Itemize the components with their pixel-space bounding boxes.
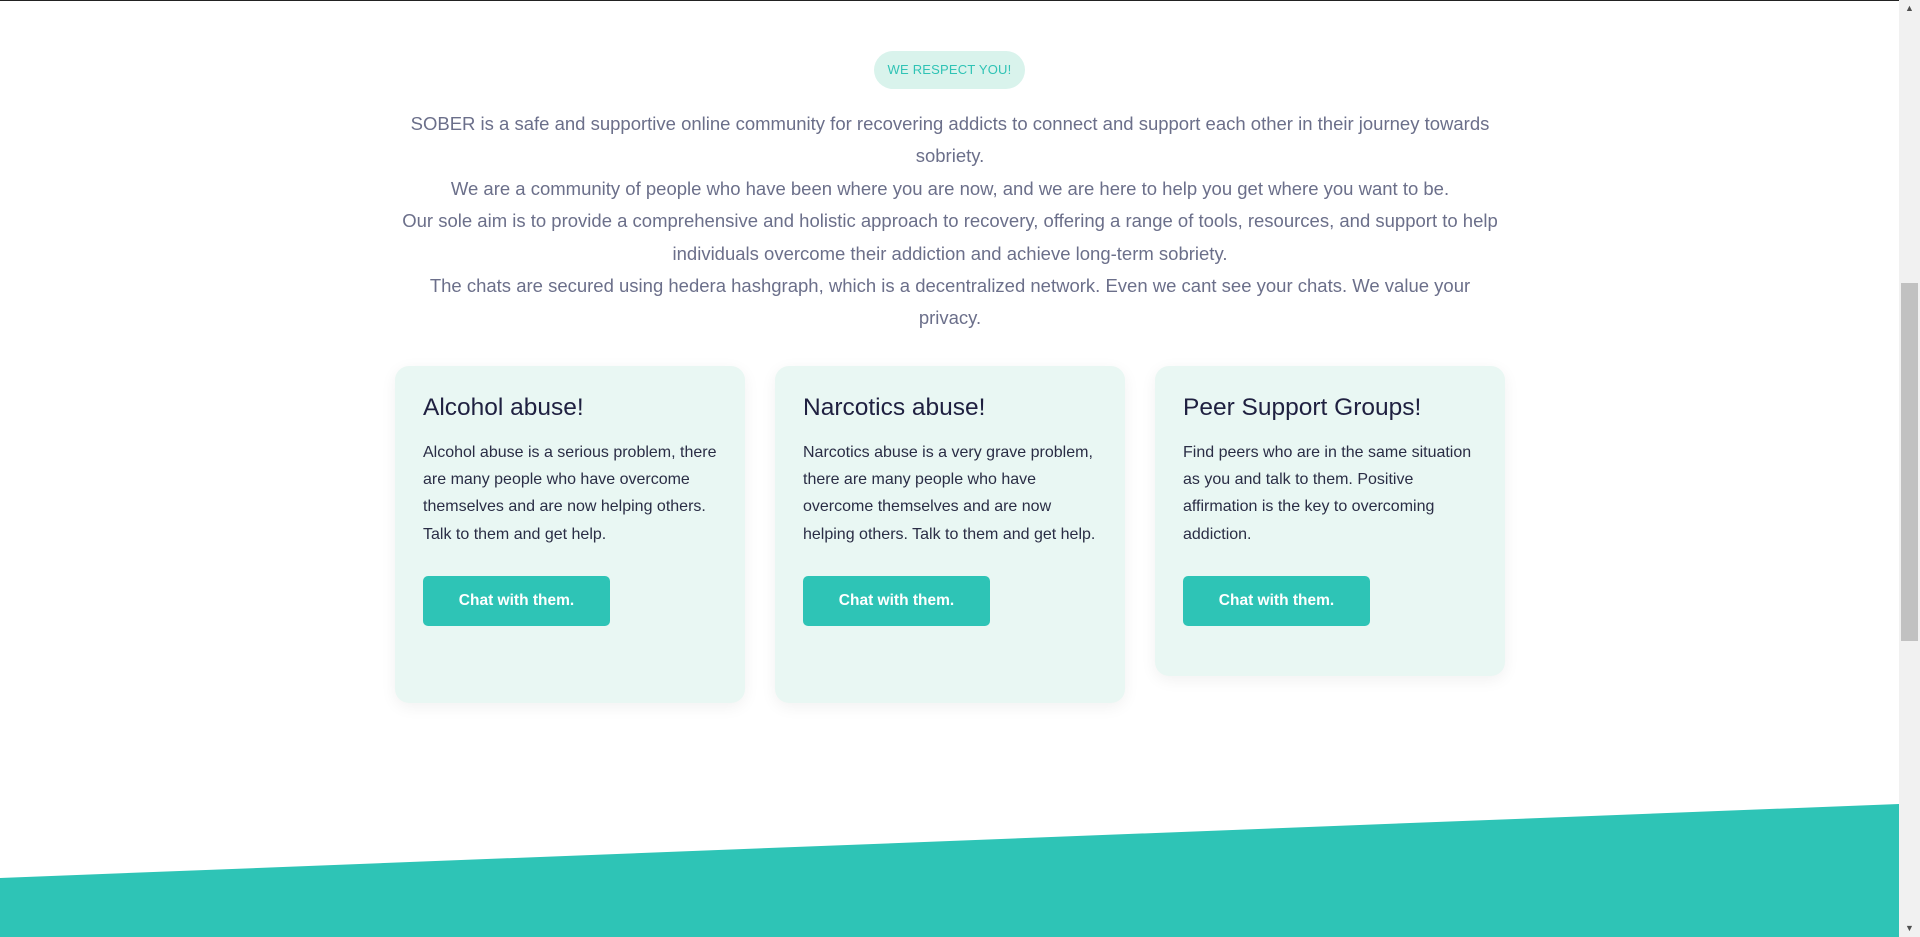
card-description: Find peers who are in the same situation… xyxy=(1183,444,1472,543)
chat-button-narcotics[interactable]: Chat with them. xyxy=(803,575,990,626)
card-description: Narcotics abuse is a very grave problem,… xyxy=(803,444,1096,543)
intro-paragraph: SOBER is a safe and supportive online co… xyxy=(410,113,1490,167)
card-title: Narcotics abuse! xyxy=(803,394,986,421)
intro-text: SOBER is a safe and supportive online co… xyxy=(400,108,1500,335)
card-title: Peer Support Groups! xyxy=(1183,394,1422,421)
card-alcohol-abuse: Alcohol abuse! Alcohol abuse is a seriou… xyxy=(395,366,745,703)
intro-paragraph: We are a community of people who have be… xyxy=(450,177,1450,199)
card-description: Alcohol abuse is a serious problem, ther… xyxy=(423,444,717,543)
page: WE RESPECT YOU! SOBER is a safe and supp… xyxy=(0,0,1920,937)
card-peer-support: Peer Support Groups! Find peers who are … xyxy=(1155,366,1505,676)
vertical-scrollbar[interactable]: ▲ ▼ xyxy=(1899,0,1920,937)
respect-badge: WE RESPECT YOU! xyxy=(874,51,1025,89)
scrollbar-thumb[interactable] xyxy=(1901,283,1918,641)
chevron-down-icon[interactable]: ▼ xyxy=(1899,920,1920,937)
intro-paragraph: The chats are secured using hedera hashg… xyxy=(429,275,1471,329)
footer-wave-decoration xyxy=(0,804,1899,937)
card-title: Alcohol abuse! xyxy=(423,394,584,421)
chat-button-peer-support[interactable]: Chat with them. xyxy=(1183,575,1370,626)
card-narcotics-abuse: Narcotics abuse! Narcotics abuse is a ve… xyxy=(775,366,1125,703)
intro-paragraph: Our sole aim is to provide a comprehensi… xyxy=(402,210,1498,264)
chevron-up-icon[interactable]: ▲ xyxy=(1899,0,1920,17)
main-content: WE RESPECT YOU! SOBER is a safe and supp… xyxy=(0,0,1899,937)
chat-button-alcohol[interactable]: Chat with them. xyxy=(423,575,610,626)
